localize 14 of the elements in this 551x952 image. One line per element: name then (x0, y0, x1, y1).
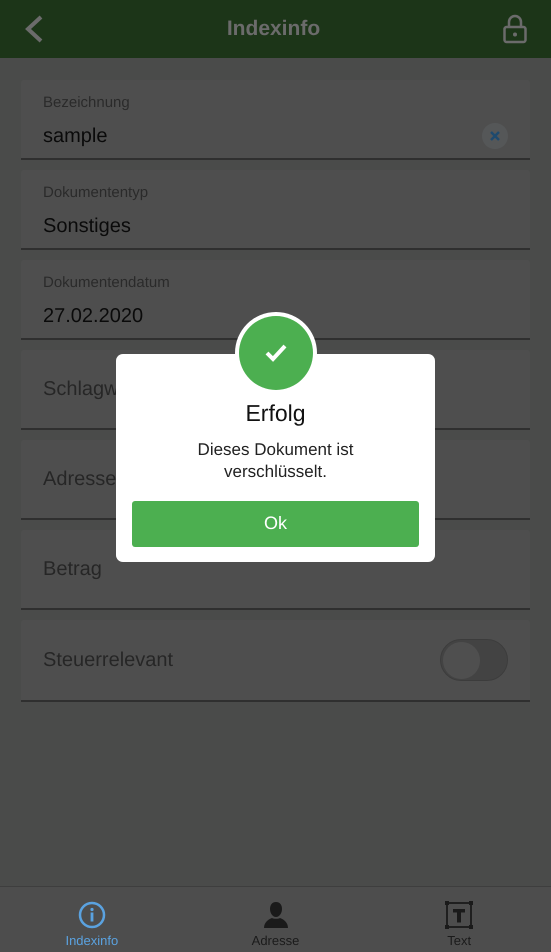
text-box-icon (445, 900, 474, 928)
back-icon[interactable] (24, 14, 44, 44)
info-icon (78, 900, 106, 928)
tab-item[interactable]: Indexinfo (0, 887, 184, 952)
lock-icon[interactable] (503, 14, 527, 44)
field-value: 27.02.2020 (43, 304, 144, 328)
header-title: Indexinfo (226, 16, 320, 42)
field-value: sample (43, 124, 108, 148)
check-icon (264, 343, 288, 363)
dialog-title: Erfolg (245, 399, 306, 428)
person-icon (264, 900, 288, 928)
dialog-message: Dieses Dokument ist verschlüsselt. (196, 438, 354, 482)
ok-button[interactable]: Ok (132, 500, 419, 546)
field-value: Sonstiges (43, 214, 131, 238)
